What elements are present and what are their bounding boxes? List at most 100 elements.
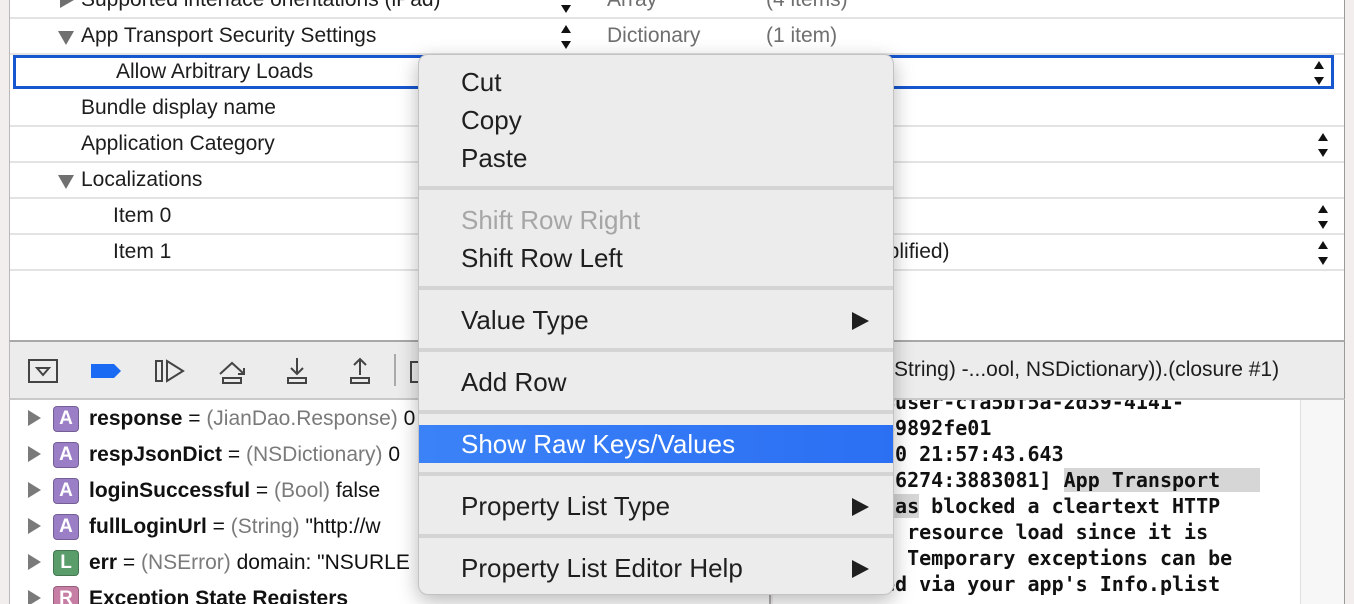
variable-type: (NSError) xyxy=(140,551,231,574)
value-stepper-icon[interactable] xyxy=(1313,59,1325,87)
hide-debug-area-icon[interactable] xyxy=(27,356,61,386)
variable-value: domain: "NSURLE xyxy=(230,551,410,574)
plist-row-ats-settings[interactable]: App Transport Security Settings Dictiona… xyxy=(10,19,1344,55)
disclosure-closed-icon[interactable] xyxy=(60,0,74,8)
variable-equals: = xyxy=(117,551,141,574)
console-line: ) resource load since it is xyxy=(883,520,1208,544)
menu-item-paste[interactable]: Paste xyxy=(419,139,893,177)
variable-text: loginSuccessful = (Bool) false xyxy=(89,479,380,503)
plist-value: (4 items) xyxy=(766,0,848,12)
menu-item-cut[interactable]: Cut xyxy=(419,63,893,101)
console-text: blocked a cleartext HTTP xyxy=(919,494,1221,518)
console-line: 76274:3883081] App Transport xyxy=(883,468,1261,492)
menu-separator xyxy=(419,472,893,476)
disclosure-closed-icon[interactable] xyxy=(28,482,41,498)
submenu-arrow-icon xyxy=(852,560,869,578)
variable-kind-badge-icon: A xyxy=(53,478,79,504)
type-stepper-icon[interactable] xyxy=(560,0,572,15)
submenu-arrow-icon xyxy=(852,312,869,330)
menu-item-label: Shift Row Left xyxy=(461,243,623,273)
variable-equals: = xyxy=(222,443,246,466)
plist-key: Localizations xyxy=(81,168,203,191)
console-text: ed via your app's Info.plist xyxy=(883,572,1221,596)
variable-name: respJsonDict xyxy=(89,443,223,466)
menu-item-property-list-type[interactable]: Property List Type xyxy=(419,487,893,525)
plist-type: Dictionary xyxy=(607,24,701,47)
variable-kind-badge-icon: R xyxy=(53,586,79,604)
menu-item-label: Show Raw Keys/Values xyxy=(461,429,736,459)
console-text: . Temporary exceptions can be xyxy=(883,546,1233,570)
menu-item-label: Property List Editor Help xyxy=(461,553,743,583)
console-line: has blocked a cleartext HTTP xyxy=(883,494,1220,518)
console-highlight: App Transport xyxy=(1063,468,1261,492)
variable-name: loginSuccessful xyxy=(89,479,251,502)
menu-item-label: Copy xyxy=(461,105,522,135)
toolbar-divider xyxy=(394,354,396,386)
variable-kind-badge-icon: A xyxy=(53,442,79,468)
plist-key: Application Category xyxy=(81,132,275,155)
variable-value: 0 xyxy=(382,443,401,466)
console-scrollbar[interactable] xyxy=(1300,400,1344,604)
menu-item-label: Paste xyxy=(461,143,528,173)
step-into-icon[interactable] xyxy=(280,356,314,386)
console-line: ed via your app's Info.plist xyxy=(883,572,1220,596)
console-line: b9892fe01 xyxy=(883,416,991,440)
menu-item-property-list-editor-help[interactable]: Property List Editor Help xyxy=(419,549,893,587)
variable-value: false xyxy=(330,479,381,502)
value-stepper-icon[interactable] xyxy=(1317,239,1329,267)
menu-item-label: Property List Type xyxy=(461,491,671,521)
variable-text: err = (NSError) domain: "NSURLE xyxy=(89,551,410,575)
disclosure-closed-icon[interactable] xyxy=(28,590,41,604)
console-text: ) resource load since it is xyxy=(883,520,1209,544)
value-stepper-icon[interactable] xyxy=(1317,131,1329,159)
variable-type: (String) xyxy=(230,515,300,538)
type-stepper-icon[interactable] xyxy=(560,23,572,51)
console-line: . Temporary exceptions can be xyxy=(883,546,1232,570)
disclosure-open-icon[interactable] xyxy=(58,31,74,45)
variable-type: (Bool) xyxy=(273,479,331,502)
menu-separator xyxy=(419,534,893,538)
plist-key: Supported interface orientations (iPad) xyxy=(81,0,441,12)
variable-equals: = xyxy=(182,407,207,430)
menu-item-copy[interactable]: Copy xyxy=(419,101,893,139)
variable-type: (NSDictionary) xyxy=(245,443,383,466)
plist-row-supported-orientations-ipad[interactable]: Supported interface orientations (iPad) … xyxy=(10,0,1344,19)
plist-key: Item 0 xyxy=(113,204,172,227)
disclosure-closed-icon[interactable] xyxy=(28,518,41,534)
step-over-icon[interactable] xyxy=(217,356,251,386)
stack-frame-breadcrumb[interactable]: r(String) -...ool, NSDictionary)).(closu… xyxy=(880,358,1279,382)
value-stepper-icon[interactable] xyxy=(1317,203,1329,231)
disclosure-open-icon[interactable] xyxy=(58,175,74,189)
breakpoints-toggle-icon[interactable] xyxy=(90,356,124,386)
submenu-arrow-icon xyxy=(852,498,869,516)
step-out-icon[interactable] xyxy=(343,356,377,386)
variable-text: response = (JianDao.Response) 0 xyxy=(89,407,415,431)
menu-item-value-type[interactable]: Value Type xyxy=(419,301,893,339)
menu-separator xyxy=(419,410,893,414)
plist-key: App Transport Security Settings xyxy=(81,24,377,47)
variable-kind-badge-icon: A xyxy=(53,514,79,540)
variable-text: Exception State Registers xyxy=(89,587,348,604)
menu-item-label: Shift Row Right xyxy=(461,205,641,235)
variable-equals: = xyxy=(206,515,231,538)
variable-name: fullLoginUrl xyxy=(89,515,207,538)
menu-separator xyxy=(419,186,893,190)
disclosure-closed-icon[interactable] xyxy=(28,554,41,570)
console-text: 20 21:57:43.643 xyxy=(883,442,1064,466)
variable-name: response xyxy=(89,407,183,430)
menu-separator xyxy=(419,286,893,290)
menu-item-show-raw-keys-values[interactable]: Show Raw Keys/Values xyxy=(419,425,893,463)
disclosure-closed-icon[interactable] xyxy=(28,410,41,426)
variable-value: "http://w xyxy=(299,515,381,538)
menu-item-shift-row-left[interactable]: Shift Row Left xyxy=(419,239,893,277)
variable-value: 0 xyxy=(397,407,416,430)
menu-item-add-row[interactable]: Add Row xyxy=(419,363,893,401)
plist-value: (1 item) xyxy=(766,24,838,47)
context-menu: Cut Copy Paste Shift Row Right Shift Row Lef… xyxy=(418,54,894,595)
menu-item-label: Add Row xyxy=(461,367,567,397)
variable-name: Exception State Registers xyxy=(89,587,349,604)
continue-icon[interactable] xyxy=(153,356,187,386)
disclosure-closed-icon[interactable] xyxy=(28,446,41,462)
console-text: 76274:3883081] xyxy=(883,468,1064,492)
variable-kind-badge-icon: L xyxy=(53,550,79,576)
